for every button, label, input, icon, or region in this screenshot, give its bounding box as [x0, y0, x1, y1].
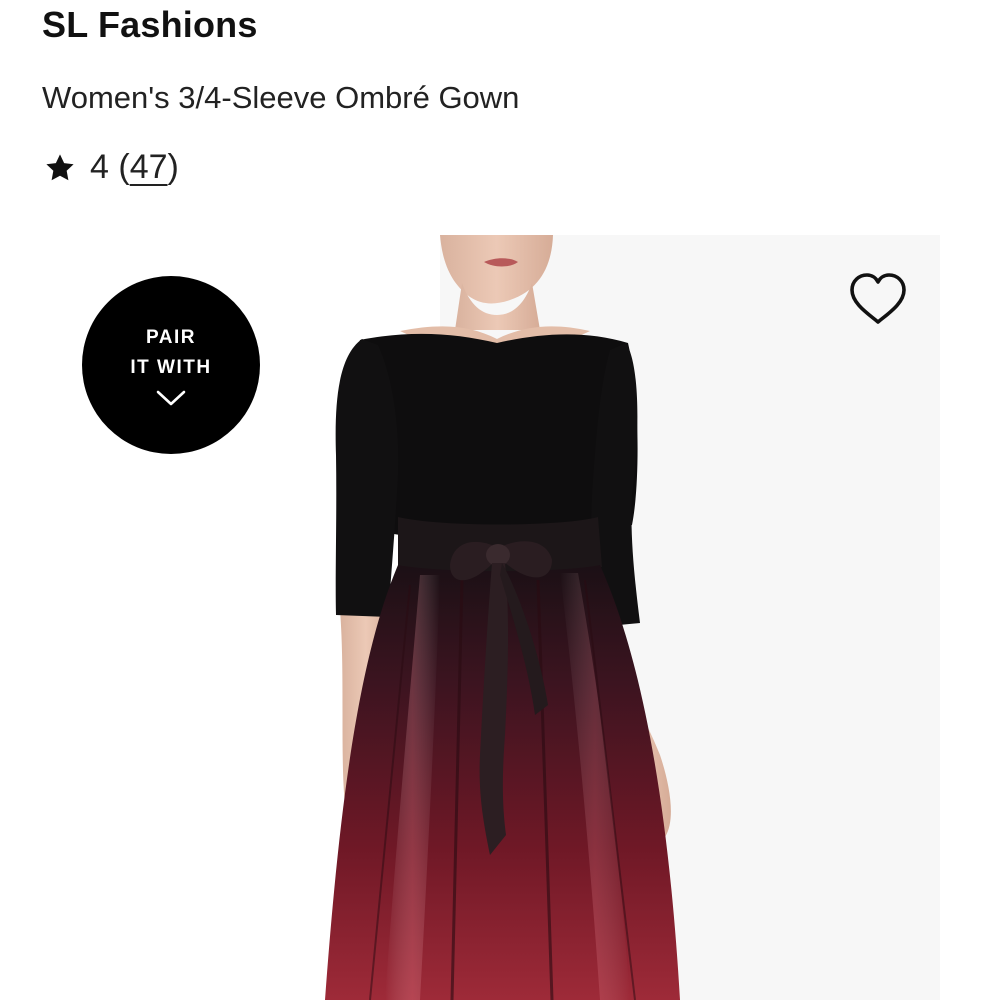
- pair-badge-line-2: IT WITH: [130, 357, 212, 378]
- pair-badge-line-1: PAIR: [146, 327, 196, 348]
- product-title: Women's 3/4-Sleeve Ombré Gown: [42, 80, 520, 115]
- rating-value: 4: [90, 148, 109, 186]
- rating-summary[interactable]: 4 ( 47 ): [44, 148, 179, 187]
- rating-close-paren: ): [167, 148, 179, 186]
- rating-open-paren: (: [108, 148, 130, 186]
- star-icon: [46, 153, 74, 180]
- heart-icon[interactable]: [848, 272, 908, 326]
- review-count-link[interactable]: 47: [130, 148, 168, 187]
- pair-it-with-button[interactable]: PAIR IT WITH: [82, 276, 260, 454]
- brand-name[interactable]: SL Fashions: [42, 4, 258, 46]
- chevron-down-icon: [156, 390, 186, 406]
